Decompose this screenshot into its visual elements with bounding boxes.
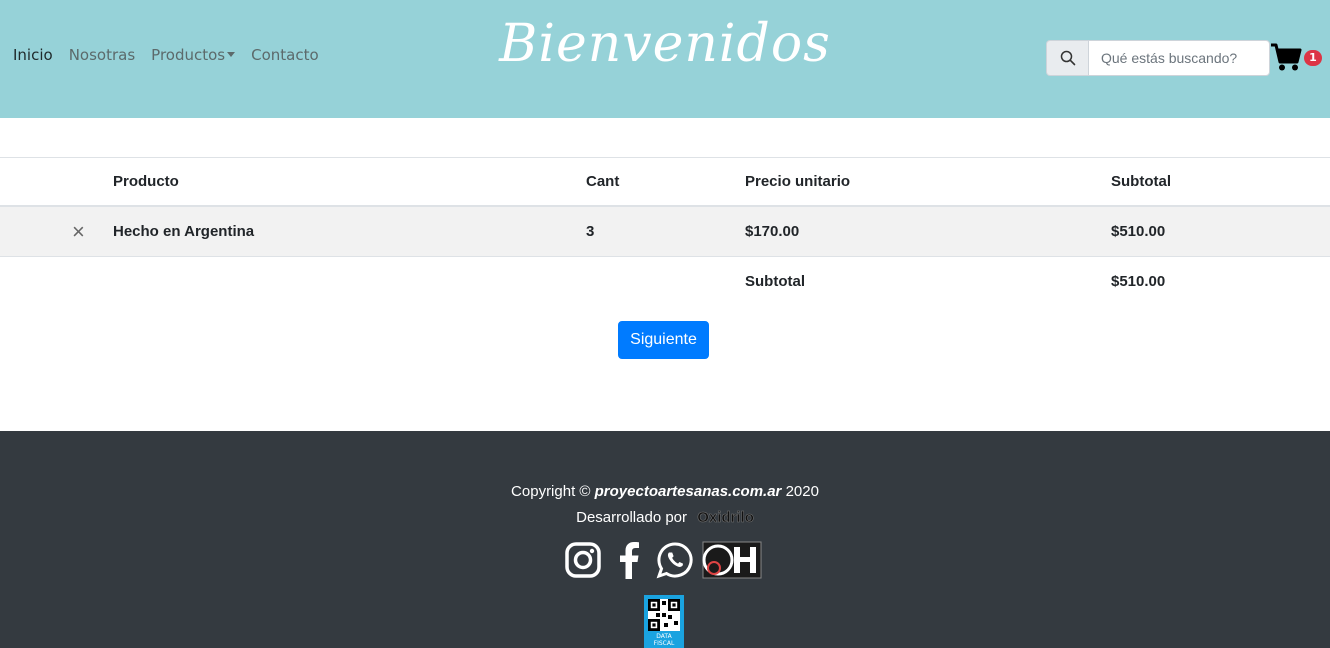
main-nav: Inicio Nosotras Productos Contacto [13,46,335,64]
developer-logo[interactable]: Oxidrilo [697,509,754,527]
header-product: Producto [113,173,179,190]
copyright-line: Copyright © proyectoartesanas.com.ar 202… [0,483,1330,500]
developed-by-label: Desarrollado por [576,509,688,526]
nav-item-inicio[interactable]: Inicio [13,46,53,64]
nav-item-nosotras[interactable]: Nosotras [69,46,135,64]
header-unit-price: Precio unitario [745,173,851,190]
qr-label: DATA FISCAL [644,633,684,647]
cart-icon [1271,43,1302,71]
site-link[interactable]: proyectoartesanas.com.ar [595,483,782,500]
search-icon [1060,50,1075,66]
table-total-row: Subtotal $510.00 [0,256,1330,306]
copyright-prefix: Copyright © [511,483,591,500]
search-input[interactable] [1088,40,1270,76]
search-button[interactable] [1046,40,1088,76]
row-qty: 3 [586,223,595,240]
facebook-link[interactable] [610,541,648,579]
remove-item-button[interactable]: × [72,207,85,256]
row-product: Hecho en Argentina [113,223,255,240]
nav-item-contacto[interactable]: Contacto [251,46,319,64]
instagram-link[interactable] [564,541,602,579]
row-subtotal: $510.00 [1111,223,1166,240]
oh-logo-icon [702,541,762,579]
footer: Copyright © proyectoartesanas.com.ar 202… [0,431,1330,648]
qr-code-image [648,599,680,631]
total-label: Subtotal [745,273,805,290]
chevron-down-icon [227,52,236,57]
header-subtotal: Subtotal [1111,173,1171,190]
table-row: × Hecho en Argentina 3 $170.00 $510.00 [0,207,1330,256]
qr-icon [648,599,680,631]
nav-item-productos-label: Productos [151,46,226,64]
data-fiscal-qr[interactable]: DATA FISCAL [644,595,684,648]
whatsapp-icon [656,542,693,579]
facebook-icon [620,542,639,579]
total-value: $510.00 [1111,273,1166,290]
header-qty: Cant [586,173,620,190]
nav-item-productos[interactable]: Productos [151,46,236,64]
cart-count-badge: 1 [1304,50,1322,66]
close-icon: × [72,218,85,244]
oh-link[interactable] [702,541,762,579]
search-bar [1046,40,1270,76]
qr-label-line-2: FISCAL [653,640,675,647]
cart-table: Producto Cant Precio unitario Subtotal ×… [0,157,1330,306]
cart-button[interactable] [1270,42,1304,74]
social-links [564,541,762,579]
instagram-icon [565,542,601,578]
brand-title[interactable]: Bienvenidos [480,14,850,74]
whatsapp-link[interactable] [656,541,694,579]
row-unit-price: $170.00 [745,223,800,240]
table-header-row: Producto Cant Precio unitario Subtotal [0,157,1330,207]
copyright-year: 2020 [785,483,819,500]
qr-label-line-1: DATA [656,633,672,640]
developed-by-line: Desarrollado por Oxidrilo [0,509,1330,527]
top-navbar: Inicio Nosotras Productos Contacto Bienv… [0,0,1330,118]
next-button[interactable]: Siguiente [618,321,709,359]
